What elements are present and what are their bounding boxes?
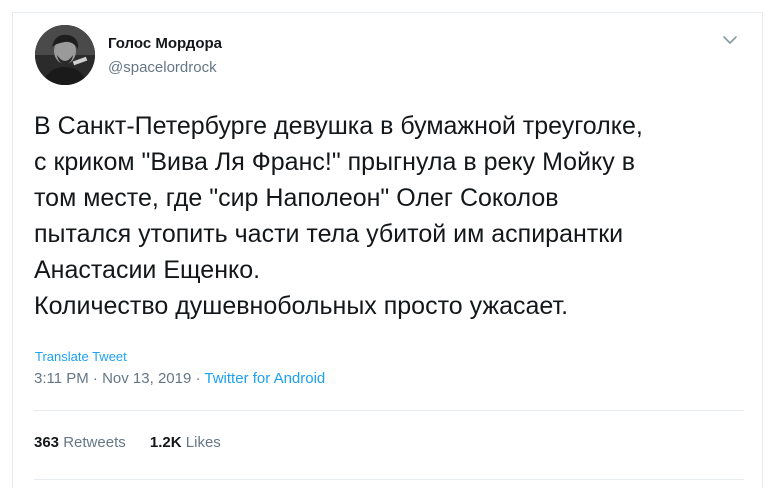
tweet-source-link[interactable]: Twitter for Android (204, 370, 325, 387)
meta-separator: · (88, 370, 103, 387)
retweets-label: Retweets (63, 434, 126, 451)
likes-count: 1.2K (149, 434, 182, 451)
tweet-date[interactable]: Nov 13, 2019 (102, 370, 191, 387)
retweets-count: 363 (34, 434, 60, 451)
chevron-down-icon[interactable] (720, 33, 740, 47)
likes-label: Likes (185, 434, 221, 451)
tweet-line: пытался утопить части тела убитой им асп… (34, 220, 624, 248)
author-name[interactable]: Голос Мордора (108, 35, 222, 52)
tweet-meta: 3:11 PM · Nov 13, 2019 · Twitter for And… (34, 370, 325, 387)
tweet-line: В Санкт-Петербурге девушка в бумажной тр… (34, 112, 643, 140)
avatar[interactable] (35, 25, 95, 85)
divider (34, 479, 744, 480)
tweet-stats: 363 Retweets 1.2K Likes (34, 434, 241, 451)
tweet-card: Голос Мордора @spacelordrock В Санкт-Пет… (12, 12, 763, 488)
translate-tweet-link[interactable]: Translate Tweet (35, 349, 127, 364)
tweet-line: том месте, где "сир Наполеон" Олег Сокол… (34, 184, 559, 212)
tweet-line: с криком "Вива Ля Франс!" прыгнула в рек… (34, 148, 635, 176)
meta-separator: · (191, 370, 205, 387)
likes-stat[interactable]: 1.2K Likes (150, 434, 221, 451)
avatar-image (35, 25, 95, 85)
tweet-line: Количество душевнобольных просто ужасает… (34, 292, 569, 320)
retweets-stat[interactable]: 363 Retweets (34, 434, 126, 451)
divider (34, 410, 744, 411)
tweet-time[interactable]: 3:11 PM (34, 370, 89, 387)
tweet-line: Анастасии Ещенко. (34, 256, 261, 284)
tweet-text: В Санкт-Петербурге девушка в бумажной тр… (34, 108, 749, 324)
author-handle[interactable]: @spacelordrock (108, 59, 217, 76)
